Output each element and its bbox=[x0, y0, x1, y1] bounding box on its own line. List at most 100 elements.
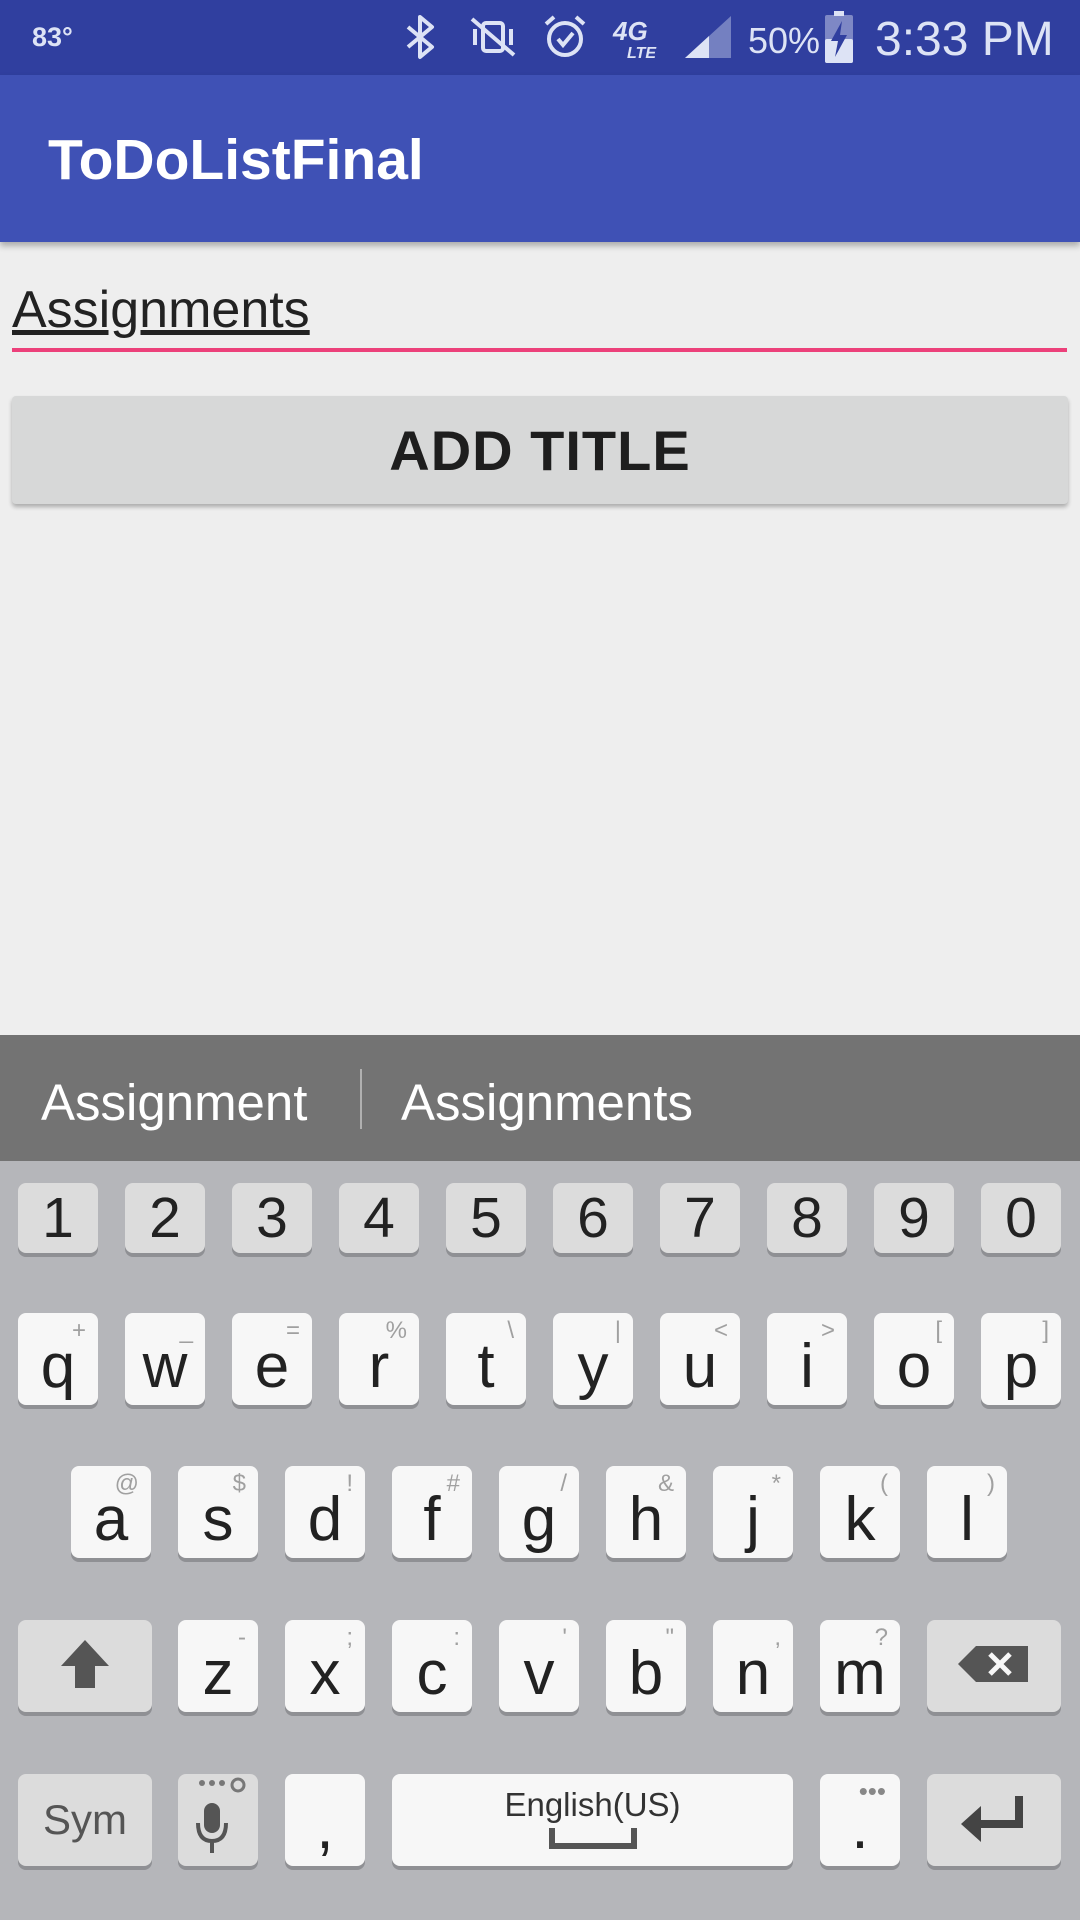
key-hint: ) bbox=[987, 1470, 995, 1497]
key-label: q bbox=[40, 1331, 76, 1401]
enter-key[interactable] bbox=[927, 1774, 1061, 1866]
voice-input-key[interactable] bbox=[178, 1774, 258, 1866]
key-h[interactable]: h & bbox=[606, 1466, 686, 1558]
key-label: l bbox=[960, 1484, 974, 1554]
add-title-button[interactable]: ADD TITLE bbox=[12, 396, 1068, 504]
title-input[interactable] bbox=[12, 272, 1067, 352]
svg-text:LTE: LTE bbox=[627, 45, 657, 60]
sym-key[interactable]: Sym bbox=[18, 1774, 152, 1866]
key-r[interactable]: r% bbox=[339, 1313, 419, 1405]
key-2[interactable]: 2 bbox=[125, 1183, 205, 1253]
app-title: ToDoListFinal bbox=[48, 128, 424, 192]
suggestion-divider bbox=[360, 1069, 362, 1129]
temperature-text: 83° bbox=[32, 22, 73, 52]
key-label: v bbox=[523, 1638, 555, 1708]
key-f[interactable]: f # bbox=[392, 1466, 472, 1558]
key-7[interactable]: 7 bbox=[660, 1183, 740, 1253]
backspace-key[interactable] bbox=[927, 1620, 1061, 1712]
key-z[interactable]: z- bbox=[178, 1620, 258, 1712]
key-9[interactable]: 9 bbox=[874, 1183, 954, 1253]
key-u[interactable]: u < bbox=[660, 1313, 740, 1405]
key-1[interactable]: 1 bbox=[18, 1183, 98, 1253]
key-hint: * bbox=[771, 1470, 781, 1497]
key-6[interactable]: 6 bbox=[553, 1183, 633, 1253]
key-label: o bbox=[896, 1331, 932, 1401]
space-key[interactable]: English(US) bbox=[392, 1774, 793, 1866]
key-hint: | bbox=[614, 1317, 621, 1344]
key-g[interactable]: g / bbox=[499, 1466, 579, 1558]
key-3[interactable]: 3 bbox=[232, 1183, 312, 1253]
key-a[interactable]: a @ bbox=[71, 1466, 151, 1558]
key-n[interactable]: n, bbox=[713, 1620, 793, 1712]
key-q[interactable]: q + bbox=[18, 1313, 98, 1405]
battery-charging-icon bbox=[822, 11, 856, 63]
language-label: English(US) bbox=[504, 1785, 681, 1823]
key-hint: ? bbox=[874, 1624, 888, 1651]
svg-text:4G: 4G bbox=[612, 16, 648, 46]
space-bar-icon bbox=[548, 1824, 638, 1855]
key-hint: ] bbox=[1042, 1317, 1049, 1344]
key-label: , bbox=[316, 1792, 334, 1862]
key-p[interactable]: p] bbox=[981, 1313, 1061, 1405]
shift-key[interactable] bbox=[18, 1620, 152, 1712]
key-label: s bbox=[202, 1484, 234, 1554]
key-w[interactable]: w _ bbox=[125, 1313, 205, 1405]
key-hint: " bbox=[665, 1624, 674, 1651]
key-label: z bbox=[202, 1638, 234, 1708]
key-label: e bbox=[254, 1331, 290, 1401]
comma-key[interactable]: , bbox=[285, 1774, 365, 1866]
clock-time: 3:33 PM bbox=[875, 13, 1054, 66]
key-label: k bbox=[844, 1484, 876, 1554]
key-y[interactable]: y | bbox=[553, 1313, 633, 1405]
key-hint: & bbox=[657, 1470, 674, 1497]
key-label: u bbox=[682, 1331, 718, 1401]
key-hint: ! bbox=[346, 1470, 353, 1497]
key-hint: > bbox=[820, 1317, 835, 1344]
suggestion-item[interactable]: Assignments bbox=[401, 1073, 693, 1132]
vibrate-off-icon bbox=[466, 12, 520, 62]
key-m[interactable]: m? bbox=[820, 1620, 900, 1712]
status-bar: 83° 4G LTE 50% 3:33 PM bbox=[0, 0, 1080, 75]
key-i[interactable]: i > bbox=[767, 1313, 847, 1405]
key-0[interactable]: 0 bbox=[981, 1183, 1061, 1253]
key-label: t bbox=[477, 1331, 495, 1401]
more-icon: ••• bbox=[858, 1776, 886, 1806]
key-t[interactable]: t \ bbox=[446, 1313, 526, 1405]
key-b[interactable]: b " bbox=[606, 1620, 686, 1712]
key-8[interactable]: 8 bbox=[767, 1183, 847, 1253]
key-hint: % bbox=[385, 1317, 407, 1344]
key-hint: \ bbox=[507, 1317, 514, 1344]
period-key[interactable]: . ••• bbox=[820, 1774, 900, 1866]
key-label: j bbox=[746, 1484, 760, 1554]
signal-icon bbox=[682, 12, 734, 62]
bluetooth-icon bbox=[400, 12, 442, 62]
key-4[interactable]: 4 bbox=[339, 1183, 419, 1253]
key-label: d bbox=[307, 1484, 343, 1554]
key-s[interactable]: s $ bbox=[178, 1466, 258, 1558]
key-hint: + bbox=[71, 1317, 86, 1344]
key-hint: @ bbox=[114, 1470, 139, 1497]
key-hint: # bbox=[446, 1470, 460, 1497]
key-label: p bbox=[1003, 1331, 1039, 1401]
battery-percent: 50% bbox=[748, 20, 821, 61]
app-bar: ToDoListFinal bbox=[0, 75, 1080, 242]
key-label: x bbox=[309, 1638, 341, 1708]
key-hint: $ bbox=[232, 1470, 246, 1497]
alarm-icon bbox=[540, 12, 590, 62]
key-5[interactable]: 5 bbox=[446, 1183, 526, 1253]
key-c[interactable]: c: bbox=[392, 1620, 472, 1712]
key-x[interactable]: x; bbox=[285, 1620, 365, 1712]
key-k[interactable]: k( bbox=[820, 1466, 900, 1558]
shift-icon bbox=[57, 1636, 113, 1697]
suggestion-item[interactable]: Assignment bbox=[41, 1073, 307, 1132]
key-label: c bbox=[416, 1638, 448, 1708]
sym-label: Sym bbox=[43, 1796, 127, 1843]
key-o[interactable]: o[ bbox=[874, 1313, 954, 1405]
key-label: i bbox=[800, 1331, 814, 1401]
key-l[interactable]: l) bbox=[927, 1466, 1007, 1558]
key-j[interactable]: j * bbox=[713, 1466, 793, 1558]
key-hint: - bbox=[238, 1624, 246, 1651]
key-e[interactable]: e = bbox=[232, 1313, 312, 1405]
key-v[interactable]: v ' bbox=[499, 1620, 579, 1712]
key-d[interactable]: d! bbox=[285, 1466, 365, 1558]
